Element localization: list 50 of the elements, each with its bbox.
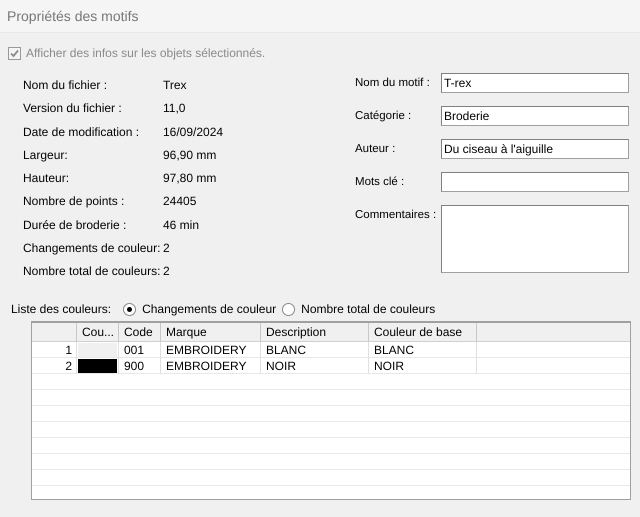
window-title: Propriétés des motifs bbox=[0, 0, 640, 33]
color-list-label: Liste des couleurs: bbox=[11, 302, 112, 316]
info-label: Hauteur: bbox=[23, 171, 70, 186]
table-cell: 900 bbox=[119, 358, 161, 374]
info-value: Trex bbox=[163, 78, 187, 92]
column-header[interactable]: Description bbox=[261, 323, 369, 341]
comments-field[interactable] bbox=[441, 205, 629, 273]
column-header[interactable]: Code bbox=[119, 323, 161, 341]
info-label: Nombre de points : bbox=[23, 194, 126, 208]
info-value: 24405 bbox=[163, 194, 196, 208]
info-label: Nom du fichier : bbox=[23, 78, 108, 92]
info-label: Date de modification : bbox=[23, 124, 140, 139]
column-header[interactable]: Couleur de base bbox=[369, 323, 477, 341]
radio-button[interactable] bbox=[123, 302, 136, 316]
info-value: 2 bbox=[163, 264, 170, 278]
table-cell: NOIR bbox=[369, 358, 477, 374]
info-label: Nombre total de couleurs: bbox=[23, 264, 162, 278]
table-cell: 001 bbox=[119, 342, 161, 358]
table-cell: EMBROIDERY bbox=[161, 342, 261, 358]
info-value: 16/09/2024 bbox=[163, 124, 224, 139]
info-value: 2 bbox=[163, 241, 170, 256]
field-label: Commentaires : bbox=[355, 208, 438, 221]
table-cell: NOIR bbox=[261, 358, 369, 374]
field-label: Auteur : bbox=[355, 142, 396, 155]
radio-button[interactable] bbox=[282, 302, 296, 316]
table-cell: EMBROIDERY bbox=[161, 358, 261, 374]
info-label: Version du fichier : bbox=[23, 101, 123, 116]
info-label: Largeur: bbox=[23, 148, 69, 162]
radio-label: Changements de couleur bbox=[142, 302, 276, 316]
info-value: 97,80 mm bbox=[163, 171, 216, 186]
field-label: Catégorie : bbox=[355, 109, 412, 122]
input-field[interactable] bbox=[441, 172, 629, 192]
info-value: 46 min bbox=[163, 218, 200, 232]
table-cell: BLANC bbox=[261, 342, 369, 358]
column-header[interactable]: Marque bbox=[161, 323, 261, 341]
field-label: Mots clé : bbox=[355, 175, 406, 188]
checkbox-label: Afficher des infos sur les objets sélectionnés. bbox=[26, 46, 266, 60]
input-field[interactable]: Du ciseau à l'aiguille bbox=[441, 139, 629, 159]
input-field[interactable]: T-rex bbox=[441, 73, 629, 93]
row-number: 1 bbox=[32, 342, 77, 358]
column-header[interactable]: Cou... bbox=[77, 323, 119, 341]
info-label: Durée de broderie : bbox=[23, 218, 128, 232]
input-field[interactable]: Broderie bbox=[441, 106, 629, 126]
row-number: 2 bbox=[32, 358, 77, 374]
info-value: 96,90 mm bbox=[163, 148, 216, 162]
table-cell: BLANC bbox=[369, 342, 477, 358]
field-label: Nom du motif : bbox=[355, 76, 431, 89]
radio-label: Nombre total de couleurs bbox=[301, 302, 436, 316]
info-label: Changements de couleur: bbox=[23, 241, 162, 256]
info-value: 11,0 bbox=[163, 101, 186, 116]
